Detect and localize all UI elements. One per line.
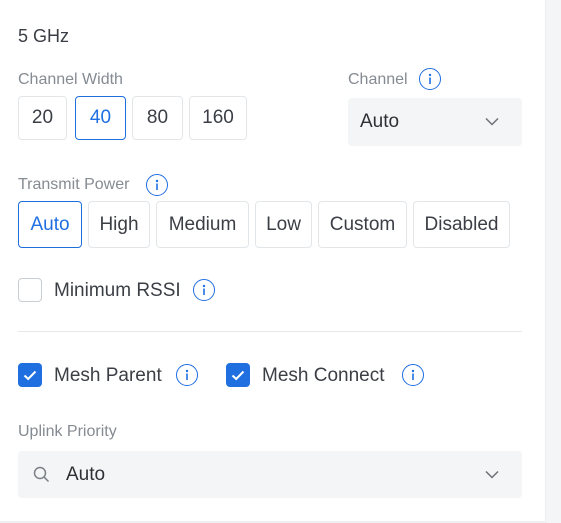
search-icon (33, 466, 50, 483)
transmit-power-low[interactable]: Low (255, 201, 312, 248)
minimum-rssi-checkbox[interactable] (18, 278, 42, 302)
channel-info-icon[interactable] (419, 68, 441, 90)
channel-select-value: Auto (360, 111, 400, 132)
band-title: 5 GHz (18, 26, 70, 46)
transmit-power-medium[interactable]: Medium (156, 201, 249, 248)
checkmark-icon (23, 370, 37, 380)
channel-width-80[interactable]: 80 (132, 96, 183, 140)
channel-width-20[interactable]: 20 (18, 96, 67, 140)
uplink-priority-label: Uplink Priority (18, 423, 117, 440)
chevron-down-icon (485, 470, 499, 479)
channel-width-40[interactable]: 40 (75, 96, 126, 140)
uplink-priority-value: Auto (66, 463, 106, 485)
channel-width-160[interactable]: 160 (189, 96, 247, 140)
transmit-power-disabled[interactable]: Disabled (413, 201, 510, 248)
minimum-rssi-label: Minimum RSSI (54, 280, 181, 301)
transmit-power-auto[interactable]: Auto (18, 201, 82, 248)
channel-label: Channel (348, 71, 408, 88)
mesh-parent-label: Mesh Parent (54, 365, 162, 386)
minimum-rssi-info-icon[interactable] (193, 279, 215, 301)
checkmark-icon (231, 370, 245, 380)
transmit-power-label: Transmit Power (18, 176, 130, 193)
transmit-power-high[interactable]: High (88, 201, 150, 248)
section-divider (18, 331, 522, 332)
chevron-down-icon (485, 117, 499, 126)
channel-width-label: Channel Width (18, 71, 123, 88)
channel-select[interactable]: Auto (348, 98, 522, 146)
mesh-parent-checkbox[interactable] (18, 363, 42, 387)
mesh-connect-info-icon[interactable] (402, 364, 424, 386)
mesh-connect-checkbox[interactable] (226, 363, 250, 387)
mesh-connect-label: Mesh Connect (262, 365, 385, 386)
scrollbar-track[interactable] (545, 0, 561, 523)
transmit-power-custom[interactable]: Custom (318, 201, 407, 248)
mesh-parent-info-icon[interactable] (176, 364, 198, 386)
transmit-power-info-icon[interactable] (146, 174, 168, 196)
radio-settings-panel: 5 GHz Channel Width 20 40 80 160 Channel… (0, 0, 545, 523)
uplink-priority-select[interactable]: Auto (18, 451, 522, 498)
